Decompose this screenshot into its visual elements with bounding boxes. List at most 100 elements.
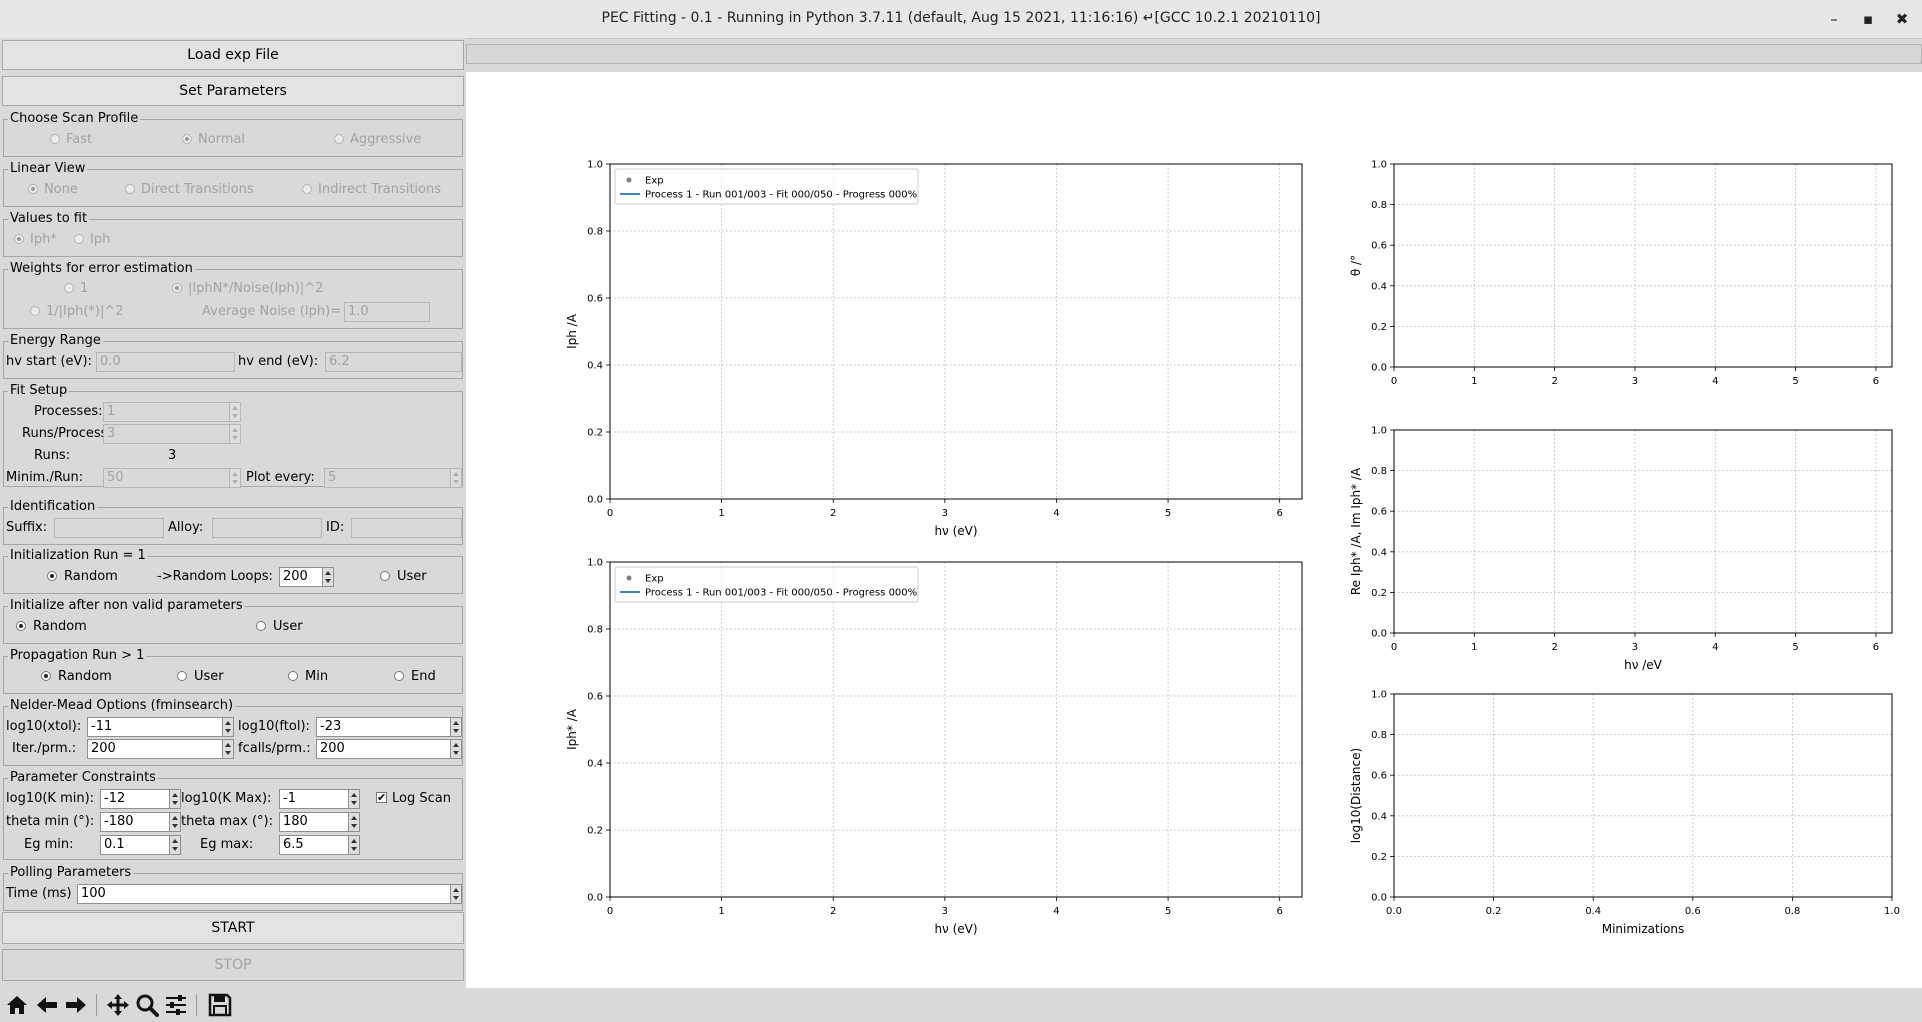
spin-arrows-icon[interactable]	[169, 835, 181, 855]
spin-arrows-icon[interactable]	[322, 567, 334, 587]
prop-user-radio[interactable]	[177, 671, 187, 681]
runs-per-process-spinbox[interactable]: 3	[103, 424, 241, 444]
kmax-spinbox[interactable]: -1	[279, 789, 360, 809]
plot-every-spinbox[interactable]: 5	[324, 468, 462, 488]
weight-one-radio[interactable]	[64, 283, 74, 293]
spin-arrows-icon[interactable]	[222, 739, 234, 759]
plot-figure[interactable]: 0 1 2 3 4 5 6 0.0 0.2 0.4 0.6 0.8 1.0 hν (eV) Iph /A Ex…	[466, 72, 1922, 988]
stop-button[interactable]: STOP	[2, 949, 464, 981]
configure-subplots-icon[interactable]	[163, 992, 189, 1018]
spin-arrows-icon[interactable]	[348, 789, 360, 809]
eg-max-value: 6.5	[279, 835, 348, 855]
processes-spinbox[interactable]: 1	[103, 402, 241, 422]
set-parameters-button[interactable]: Set Parameters	[2, 76, 464, 106]
minim-per-run-spinbox[interactable]: 50	[103, 468, 241, 488]
spin-arrows-icon[interactable]	[222, 717, 234, 737]
init-after-title: Initialize after non valid parameters	[8, 598, 245, 614]
scan-aggressive-radio[interactable]	[334, 134, 344, 144]
spin-arrows-icon[interactable]	[450, 884, 462, 904]
legend-exp-marker	[626, 177, 632, 183]
plot-canvas[interactable]: 0 1 2 3 4 5 6 0.0 0.2 0.4 0.6 0.8 1.0 hν (eV) Iph /A Ex…	[466, 72, 1922, 988]
spin-arrows-icon[interactable]	[348, 835, 360, 855]
hv-end-input[interactable]: 6.2	[325, 352, 462, 372]
y-tick-label: 0.0	[587, 893, 603, 904]
ftol-spinbox[interactable]: -23	[316, 717, 462, 737]
zoom-icon[interactable]	[134, 992, 160, 1018]
theta-min-spinbox[interactable]: -180	[100, 812, 181, 832]
legend: Exp Process 1 - Run 001/003 - Fit 000/050…	[614, 566, 919, 603]
xtol-label: log10(xtol):	[6, 719, 82, 734]
y-axis-label: log10(Distance)	[1349, 748, 1363, 843]
weight-noise-radio[interactable]	[172, 283, 182, 293]
log-scan-label: Log Scan	[392, 791, 451, 806]
y-tick-label: 0.8	[587, 625, 603, 636]
forward-arrow-icon[interactable]	[63, 992, 89, 1018]
fcalls-spinbox[interactable]: 200	[316, 739, 462, 759]
hv-start-input[interactable]: 0.0	[96, 352, 235, 372]
average-noise-input[interactable]: 1.0	[344, 302, 430, 322]
pan-icon[interactable]	[105, 992, 131, 1018]
x-tick-label: 5	[1792, 376, 1798, 387]
x-tick-label: 2	[830, 508, 836, 519]
y-tick-label: 0.0	[1371, 629, 1387, 640]
linear-none-radio[interactable]	[28, 184, 38, 194]
x-tick-label: 0.0	[1386, 906, 1402, 917]
spin-arrows-icon[interactable]	[348, 812, 360, 832]
iter-per-prm-spinbox[interactable]: 200	[87, 739, 234, 759]
home-icon[interactable]	[4, 992, 30, 1018]
spin-arrows-icon[interactable]	[229, 402, 241, 422]
prop-random-radio[interactable]	[41, 671, 51, 681]
scan-normal-radio[interactable]	[182, 134, 192, 144]
eg-min-spinbox[interactable]: 0.1	[100, 835, 181, 855]
back-arrow-icon[interactable]	[34, 992, 60, 1018]
close-icon[interactable]: ✖	[1891, 8, 1913, 30]
spin-arrows-icon[interactable]	[169, 812, 181, 832]
init-user-radio[interactable]	[380, 571, 390, 581]
maximize-icon[interactable]: ▪	[1857, 8, 1879, 30]
prop-min-radio[interactable]	[288, 671, 298, 681]
fit-iph-star-radio[interactable]	[14, 234, 24, 244]
prop-end-radio[interactable]	[394, 671, 404, 681]
y-tick-label: 1.0	[587, 558, 603, 569]
window-titlebar: PEC Fitting - 0.1 - Running in Python 3.…	[0, 0, 1922, 39]
theta-max-spinbox[interactable]: 180	[279, 812, 360, 832]
spin-arrows-icon[interactable]	[450, 717, 462, 737]
scan-profile-title: Choose Scan Profile	[8, 111, 141, 127]
alloy-input[interactable]	[212, 518, 322, 538]
spin-arrows-icon[interactable]	[229, 468, 241, 488]
y-tick-label: 0.2	[1371, 588, 1387, 599]
random-loops-spinbox[interactable]: 200	[279, 567, 334, 587]
init-after-user-radio[interactable]	[256, 621, 266, 631]
linear-indirect-radio[interactable]	[302, 184, 312, 194]
xtol-spinbox[interactable]: -11	[87, 717, 234, 737]
spin-arrows-icon[interactable]	[169, 789, 181, 809]
y-tick-label: 1.0	[1371, 160, 1387, 171]
legend-label: Exp	[645, 176, 664, 187]
suffix-input[interactable]	[54, 518, 164, 538]
spin-arrows-icon[interactable]	[229, 424, 241, 444]
x-tick-label: 2	[830, 906, 836, 917]
eg-max-spinbox[interactable]: 6.5	[279, 835, 360, 855]
start-button[interactable]: START	[2, 912, 464, 944]
load-exp-file-button[interactable]: Load exp File	[2, 40, 464, 70]
spin-arrows-icon[interactable]	[450, 739, 462, 759]
eg-max-label: Eg max:	[200, 837, 254, 852]
linear-direct-radio[interactable]	[125, 184, 135, 194]
spin-arrows-icon[interactable]	[450, 468, 462, 488]
kmin-spinbox[interactable]: -12	[100, 789, 181, 809]
y-tick-label: 0.8	[1371, 730, 1387, 741]
x-tick-label: 4	[1712, 642, 1718, 653]
y-tick-label: 0.0	[587, 495, 603, 506]
prop-user-label: User	[194, 669, 224, 684]
xtol-value: -11	[87, 717, 222, 737]
minimize-icon[interactable]: –	[1823, 8, 1845, 30]
log-scan-checkbox[interactable]: ✔	[376, 792, 387, 803]
scan-fast-radio[interactable]	[50, 134, 60, 144]
init-random-radio[interactable]	[47, 571, 57, 581]
weight-inverse-radio[interactable]	[30, 306, 40, 316]
id-input[interactable]	[351, 518, 462, 538]
save-icon[interactable]	[207, 992, 233, 1018]
fit-iph-radio[interactable]	[74, 234, 84, 244]
time-ms-spinbox[interactable]: 100	[77, 884, 462, 904]
init-after-random-radio[interactable]	[16, 621, 26, 631]
